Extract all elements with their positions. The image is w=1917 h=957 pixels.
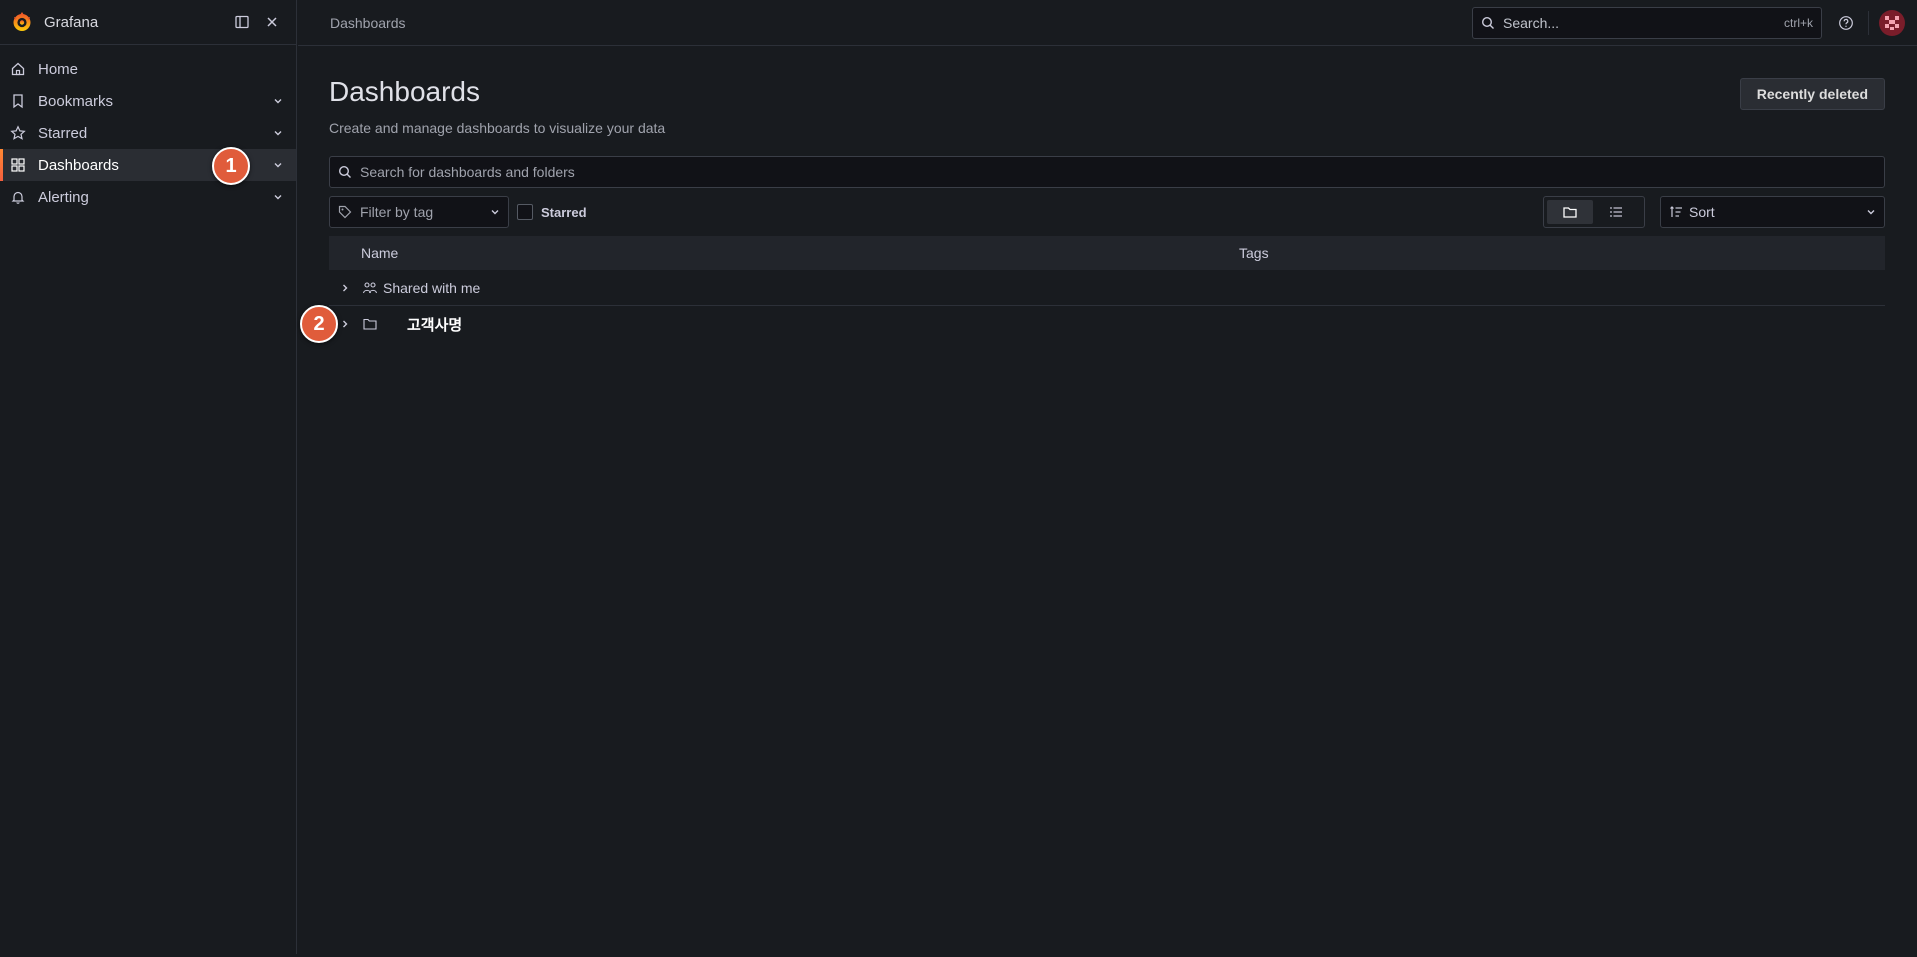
- sidebar-item-label: Home: [38, 60, 79, 78]
- global-search[interactable]: ctrl+k: [1472, 6, 1822, 39]
- star-icon: [10, 125, 26, 141]
- dock-menu-icon[interactable]: [230, 10, 254, 34]
- table-row[interactable]: Shared with me: [329, 270, 1885, 306]
- bookmark-icon: [10, 93, 26, 109]
- page-subtitle: Create and manage dashboards to visualiz…: [329, 120, 666, 136]
- starred-filter[interactable]: Starred: [517, 204, 587, 220]
- home-icon: [10, 61, 26, 77]
- chevron-right-icon[interactable]: [329, 283, 361, 293]
- row-label[interactable]: Shared with me: [383, 280, 480, 296]
- dashboards-table: Name Tags Shared with me 고객사명: [329, 236, 1885, 342]
- sidebar-item-alerting[interactable]: Alerting: [0, 181, 296, 213]
- starred-label: Starred: [541, 204, 587, 220]
- column-header-name: Name: [361, 245, 399, 261]
- annotation-badge-1: 1: [212, 147, 250, 185]
- list-icon: [1608, 204, 1624, 220]
- sidebar-item-starred[interactable]: Starred: [0, 117, 296, 149]
- users-icon: [361, 280, 379, 296]
- annotation-badge-2: 2: [300, 305, 338, 343]
- sidebar: Grafana Home Bookmarks Starred Dashboard…: [0, 0, 297, 954]
- sidebar-item-label: Alerting: [38, 188, 89, 206]
- sidebar-item-label: Starred: [38, 124, 88, 142]
- sort-label: Sort: [1689, 204, 1715, 220]
- topbar-divider: [1868, 10, 1869, 35]
- help-icon[interactable]: [1834, 11, 1858, 35]
- folder-icon: [361, 316, 379, 332]
- filter-bar: Filter by tag Starred Sort: [329, 196, 1885, 228]
- row-label[interactable]: 고객사명: [407, 314, 462, 335]
- bell-icon: [10, 189, 26, 205]
- chevron-down-icon: [490, 207, 500, 217]
- chevron-down-icon[interactable]: [270, 157, 286, 173]
- table-header: Name Tags: [329, 236, 1885, 270]
- user-avatar[interactable]: [1879, 9, 1905, 36]
- view-toggle: [1543, 196, 1645, 228]
- chevron-down-icon[interactable]: [270, 125, 286, 141]
- column-header-tags: Tags: [1239, 245, 1269, 261]
- sidebar-item-dashboards[interactable]: Dashboards: [0, 149, 296, 181]
- list-view-button[interactable]: [1593, 200, 1639, 224]
- table-row[interactable]: 고객사명: [329, 306, 1885, 342]
- sidebar-header: Grafana: [0, 0, 296, 45]
- page-title: Dashboards: [329, 76, 480, 107]
- folder-icon: [1562, 204, 1578, 220]
- chevron-down-icon: [1866, 207, 1876, 217]
- search-shortcut: ctrl+k: [1783, 15, 1813, 30]
- sidebar-item-home[interactable]: Home: [0, 53, 296, 85]
- apps-icon: [10, 157, 26, 173]
- grafana-logo-icon[interactable]: [10, 10, 34, 34]
- global-search-input[interactable]: [1503, 14, 1784, 31]
- chevron-down-icon[interactable]: [270, 93, 286, 109]
- sort-icon: [1669, 205, 1683, 219]
- dashboard-search-input[interactable]: [360, 164, 1876, 180]
- chevron-down-icon[interactable]: [270, 189, 286, 205]
- sort-select[interactable]: Sort: [1660, 196, 1885, 228]
- starred-checkbox[interactable]: [517, 204, 533, 220]
- tag-filter-label: Filter by tag: [360, 204, 434, 220]
- search-icon: [338, 165, 352, 179]
- sidebar-nav: Home Bookmarks Starred Dashboards Alerti…: [0, 45, 296, 213]
- breadcrumb[interactable]: Dashboards: [330, 15, 1472, 31]
- tag-filter-select[interactable]: Filter by tag: [329, 196, 509, 228]
- sidebar-item-bookmarks[interactable]: Bookmarks: [0, 85, 296, 117]
- recently-deleted-button[interactable]: Recently deleted: [1739, 78, 1885, 110]
- dashboard-search[interactable]: [329, 156, 1885, 188]
- top-bar: Dashboards ctrl+k: [298, 0, 1917, 46]
- tag-icon: [338, 205, 352, 219]
- search-icon: [1481, 16, 1495, 30]
- close-icon[interactable]: [260, 10, 284, 34]
- brand-title: Grafana: [44, 13, 99, 31]
- app-root: Grafana Home Bookmarks Starred Dashboard…: [0, 0, 1917, 957]
- folder-view-button[interactable]: [1547, 200, 1593, 224]
- sidebar-item-label: Bookmarks: [38, 92, 114, 110]
